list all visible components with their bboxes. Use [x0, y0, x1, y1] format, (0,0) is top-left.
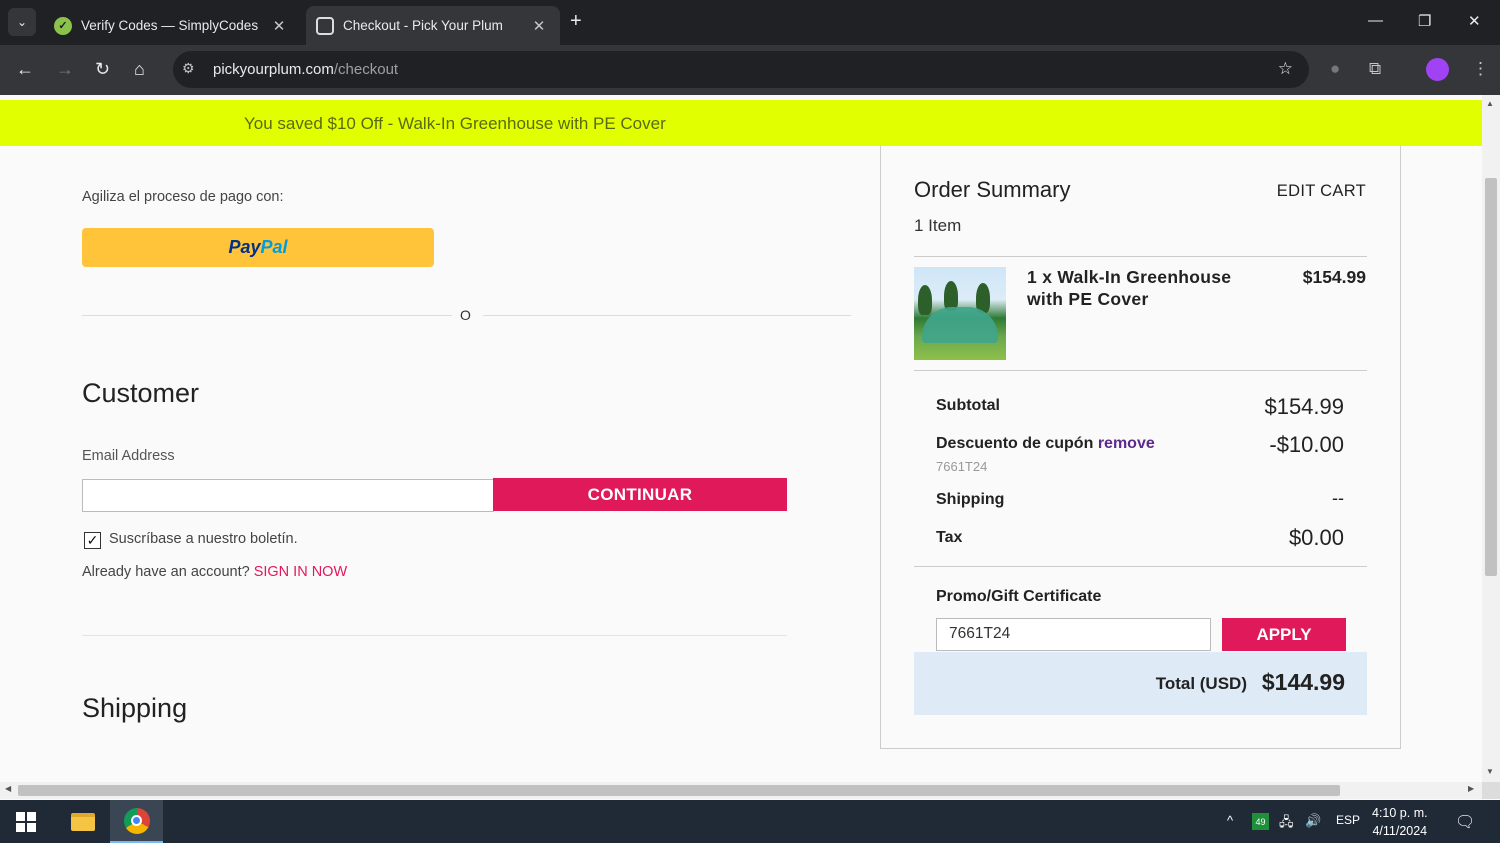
order-summary-title: Order Summary	[914, 177, 1071, 202]
horizontal-scroll-thumb[interactable]	[18, 785, 1340, 796]
language-indicator[interactable]: ESP	[1336, 813, 1360, 827]
divider-right	[483, 315, 851, 316]
horizontal-scrollbar[interactable]: ◀ ▶	[0, 782, 1482, 799]
notifications-icon[interactable]: 🗨	[1455, 812, 1475, 832]
simplycodes-favicon-icon: ✓	[54, 16, 72, 35]
product-price: $154.99	[1302, 267, 1366, 287]
url-domain: pickyourplum.com	[213, 61, 334, 78]
tray-chevron-icon[interactable]: ^	[1227, 813, 1233, 828]
tax-value: $0.00	[1288, 525, 1344, 550]
scroll-right-icon[interactable]: ▶	[1468, 784, 1474, 793]
shipping-value: --	[1332, 488, 1344, 508]
chrome-taskbar-icon[interactable]	[110, 800, 163, 843]
clock-date: 4/11/2024	[1372, 824, 1428, 838]
browser-toolbar: ← → ↻ ⌂ ⚙ pickyourplum.com/checkout ☆ ● …	[0, 45, 1500, 95]
extension-icon[interactable]: ●	[1330, 59, 1340, 79]
url-text: pickyourplum.com/checkout	[213, 61, 398, 78]
order-summary-panel: Order Summary EDIT CART 1 Item 1 x Walk-…	[880, 146, 1401, 749]
profile-avatar[interactable]	[1426, 58, 1449, 81]
tab-title: Checkout - Pick Your Plum	[343, 18, 503, 33]
tax-label: Tax	[936, 529, 963, 546]
summary-divider	[914, 370, 1367, 371]
tab-simplycodes[interactable]: ✓ Verify Codes — SimplyCodes ✕	[44, 6, 300, 45]
file-explorer-taskbar-icon[interactable]	[56, 800, 109, 843]
item-count: 1 Item	[914, 216, 962, 235]
account-prompt: Already have an account? SIGN IN NOW	[82, 564, 347, 580]
total-value: $144.99	[1261, 669, 1345, 695]
tab-title: Verify Codes — SimplyCodes	[81, 18, 259, 33]
bookmark-star-icon[interactable]: ☆	[1278, 59, 1293, 79]
discount-row-label: Descuento de cupón remove	[936, 435, 1155, 453]
close-window-icon[interactable]: ✕	[1468, 12, 1481, 30]
subtotal-value: $154.99	[1264, 394, 1344, 419]
continue-button[interactable]: CONTINUAR	[493, 478, 787, 511]
network-icon[interactable]: 🖧	[1279, 813, 1294, 835]
volume-icon[interactable]: 🔊	[1305, 813, 1321, 829]
savings-banner: You saved $10 Off - Walk-In Greenhouse w…	[0, 100, 1482, 146]
tab-close-icon[interactable]: ✕	[268, 17, 290, 35]
reload-icon[interactable]: ↻	[95, 59, 110, 80]
url-path: /checkout	[333, 61, 399, 78]
discount-label: Descuento de cupón	[936, 435, 1094, 452]
pickyourplum-favicon-icon	[316, 16, 334, 35]
back-icon[interactable]: ←	[16, 59, 34, 80]
clock-time: 4:10 p. m.	[1372, 806, 1428, 820]
shipping-heading: Shipping	[82, 693, 188, 723]
account-prompt-text: Already have an account?	[82, 564, 250, 580]
vertical-scroll-thumb[interactable]	[1485, 178, 1497, 576]
paypal-button[interactable]: Pay Pal	[82, 228, 434, 267]
edit-cart-link[interactable]: EDIT CART	[1277, 182, 1366, 201]
divider-left	[82, 315, 452, 316]
tab-checkout[interactable]: Checkout - Pick Your Plum ✕	[306, 6, 560, 45]
summary-divider	[914, 256, 1367, 257]
express-checkout-label: Agiliza el proceso de pago con:	[82, 189, 284, 205]
customer-heading: Customer	[82, 378, 200, 408]
subtotal-label: Subtotal	[936, 397, 1000, 414]
battery-badge-icon[interactable]: 49	[1252, 813, 1269, 830]
home-icon[interactable]: ⌂	[134, 59, 145, 80]
scroll-left-icon[interactable]: ◀	[5, 784, 11, 793]
extensions-puzzle-icon[interactable]: ⧉	[1369, 59, 1381, 79]
total-box: Total (USD) $144.99	[914, 652, 1367, 715]
email-field[interactable]	[82, 479, 494, 512]
summary-divider	[914, 566, 1367, 567]
minimize-icon[interactable]: —	[1368, 12, 1383, 29]
shipping-label: Shipping	[936, 491, 1005, 508]
forward-icon[interactable]: →	[56, 59, 74, 80]
discount-value: -$10.00	[1269, 432, 1344, 457]
maximize-icon[interactable]: ❐	[1418, 12, 1431, 30]
applied-coupon-code: 7661T24	[936, 459, 988, 474]
windows-start-icon[interactable]	[16, 812, 36, 832]
product-name: 1 x Walk-In Greenhouse with PE Cover	[1027, 267, 1232, 309]
promo-code-input[interactable]: 7661T24	[936, 618, 1211, 651]
browser-menu-icon[interactable]: ⋮	[1472, 59, 1489, 79]
savings-banner-text: You saved $10 Off - Walk-In Greenhouse w…	[244, 114, 666, 133]
newsletter-label: Suscríbase a nuestro boletín.	[109, 531, 298, 547]
total-label: Total (USD)	[1155, 674, 1247, 693]
scroll-corner	[1482, 782, 1500, 799]
checkout-form: Agiliza el proceso de pago con: Pay Pal O…	[0, 146, 880, 782]
new-tab-button[interactable]: +	[570, 10, 582, 33]
windows-taskbar: ^ 49 🖧 🔊 ESP 4:10 p. m. 4/11/2024 🗨	[0, 800, 1500, 843]
email-label: Email Address	[82, 448, 175, 464]
tab-close-icon[interactable]: ✕	[528, 17, 550, 35]
scroll-down-icon[interactable]: ▼	[1486, 767, 1494, 776]
site-info-icon[interactable]: ⚙	[182, 60, 195, 77]
product-thumbnail	[914, 267, 1006, 360]
paypal-logo-pal: Pal	[260, 237, 288, 257]
vertical-scrollbar[interactable]: ▲ ▼	[1482, 95, 1500, 782]
promo-label: Promo/Gift Certificate	[936, 588, 1102, 605]
remove-coupon-link[interactable]: remove	[1098, 435, 1155, 452]
taskbar-clock[interactable]: 4:10 p. m. 4/11/2024	[1372, 804, 1428, 840]
browser-tab-bar: ⌄ ✓ Verify Codes — SimplyCodes ✕ Checkou…	[0, 0, 1500, 45]
section-divider	[82, 635, 787, 636]
tab-search-button[interactable]: ⌄	[8, 8, 36, 36]
apply-button[interactable]: APPLY	[1222, 618, 1346, 651]
address-bar[interactable]: ⚙ pickyourplum.com/checkout ☆	[173, 51, 1309, 88]
divider-or-text: O	[460, 307, 471, 323]
newsletter-checkbox[interactable]: ✓	[84, 532, 101, 549]
scroll-up-icon[interactable]: ▲	[1486, 99, 1494, 108]
sign-in-link[interactable]: SIGN IN NOW	[254, 564, 347, 580]
paypal-logo-pay: Pay	[228, 237, 261, 257]
